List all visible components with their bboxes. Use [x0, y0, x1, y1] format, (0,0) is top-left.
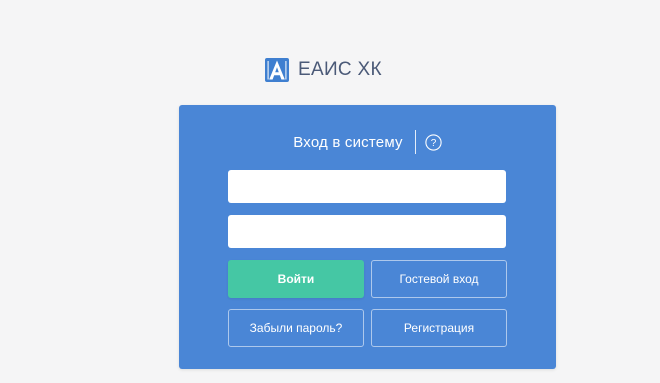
question-circle-icon[interactable]: ?: [425, 133, 442, 151]
eais-logo-icon: [265, 58, 289, 82]
login-button[interactable]: Войти: [228, 260, 364, 298]
password-input[interactable]: [228, 215, 506, 248]
login-title: Вход в систему: [293, 133, 403, 151]
login-card-header: Вход в систему ?: [179, 128, 556, 156]
brand-header: ЕАИС ХК: [265, 57, 382, 83]
login-card: Вход в систему ? Войти Гостевой вход Заб…: [179, 105, 556, 369]
forgot-password-button[interactable]: Забыли пароль?: [228, 309, 364, 347]
login-input[interactable]: [228, 170, 506, 203]
title-divider: [414, 130, 416, 154]
brand-name: ЕАИС ХК: [298, 59, 382, 80]
register-button[interactable]: Регистрация: [371, 309, 507, 347]
guest-login-button[interactable]: Гостевой вход: [371, 260, 507, 298]
svg-text:?: ?: [430, 138, 436, 149]
login-page: ЕАИС ХК Вход в систему ? Войти Гостевой …: [0, 0, 660, 383]
